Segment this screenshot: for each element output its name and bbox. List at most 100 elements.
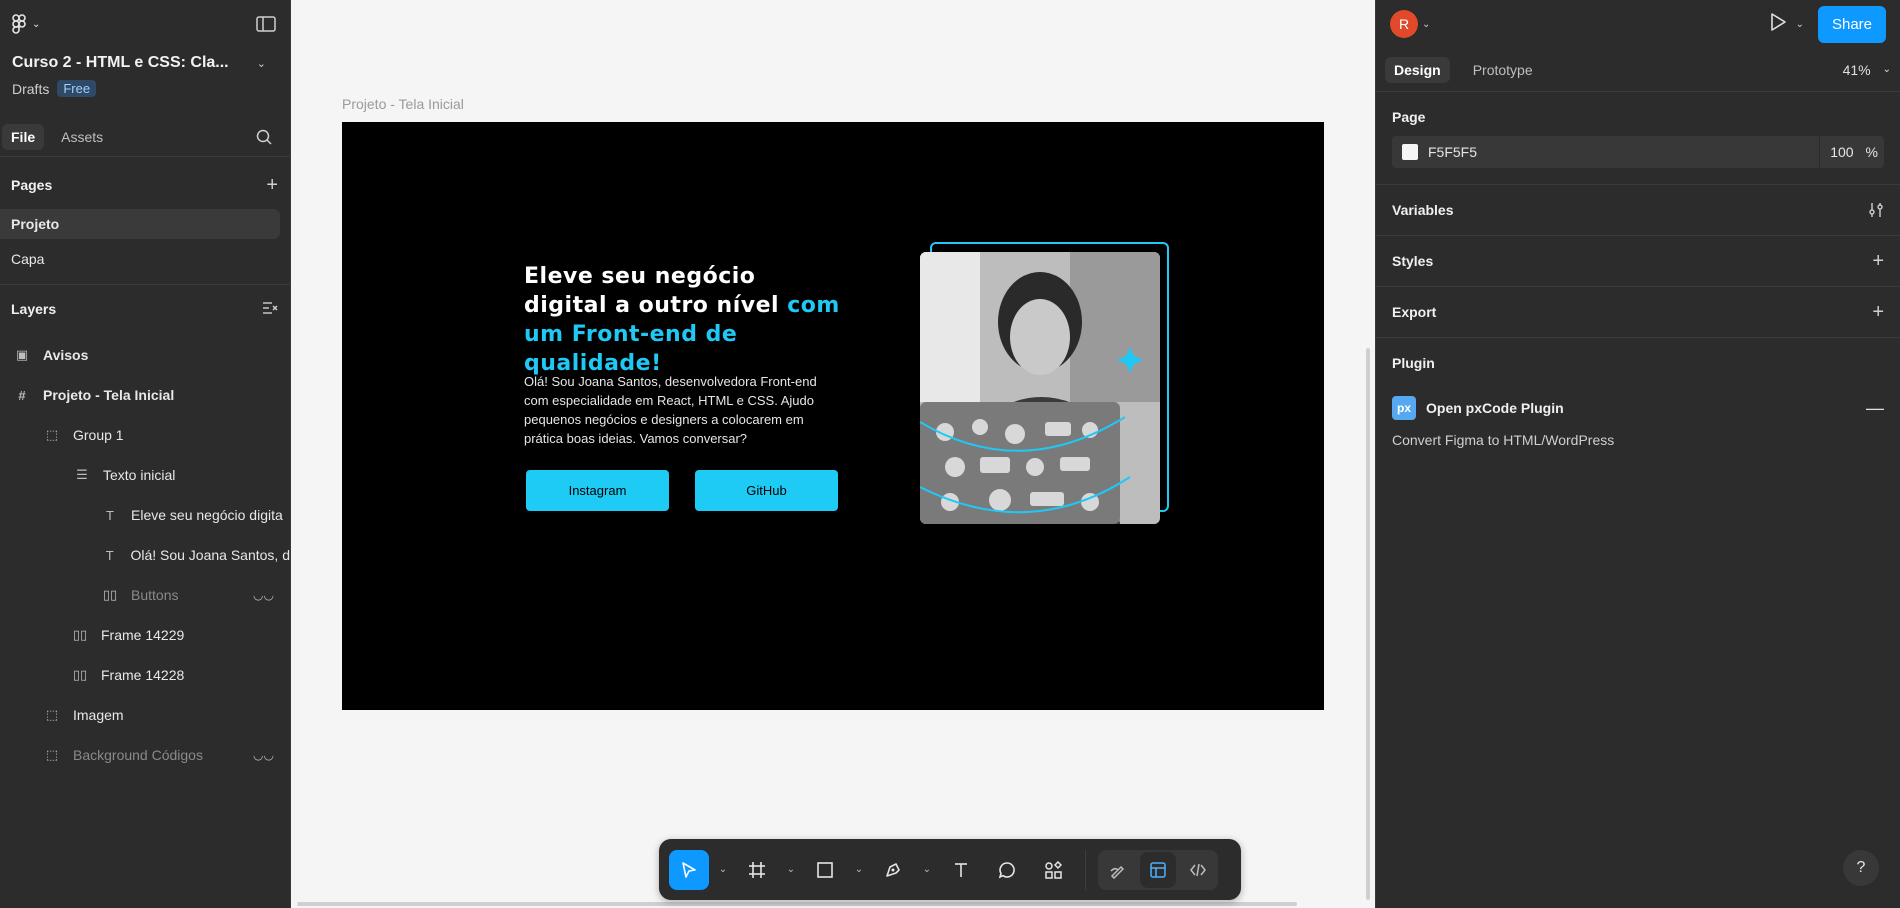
layer-item[interactable]: ▣ Avisos — [0, 335, 290, 375]
pen-tool-button[interactable] — [873, 850, 913, 890]
hero-text[interactable]: Olá! Sou Joana Santos, desenvolvedora Fr… — [524, 372, 844, 448]
chevron-down-icon[interactable]: ⌄ — [919, 864, 935, 875]
frame-tool-button[interactable] — [737, 850, 777, 890]
portrait-image[interactable] — [920, 252, 1160, 524]
share-button[interactable]: Share — [1817, 5, 1886, 43]
layer-label: Avisos — [43, 347, 89, 363]
layer-item[interactable]: ☰ Texto inicial — [0, 455, 290, 495]
tab-design[interactable]: Design — [1385, 56, 1450, 83]
layer-item[interactable]: # Projeto - Tela Inicial — [0, 375, 290, 415]
dev-mode-button[interactable] — [1180, 852, 1216, 888]
zoom-level: 41% — [1842, 61, 1871, 78]
layer-item[interactable]: ▯▯ Frame 14229 — [0, 615, 290, 655]
file-location-row: Drafts Free — [0, 72, 290, 97]
design-canvas[interactable]: Projeto - Tela Inicial Eleve seu negócio… — [292, 0, 1375, 908]
page-color-field[interactable]: F5F5F5 100 % — [1392, 136, 1884, 168]
avatar[interactable]: R — [1390, 10, 1418, 38]
right-panel: R ⌄ ⌄ Share Design Prototype 41% ⌄ Page … — [1375, 0, 1900, 908]
plugin-section: Plugin px Open pxCode Plugin — Convert F… — [1376, 338, 1900, 448]
frame-hash-icon: # — [18, 387, 26, 403]
chevron-down-icon[interactable]: ⌄ — [715, 864, 731, 875]
frame-label[interactable]: Projeto - Tela Inicial — [342, 96, 464, 112]
chevron-down-icon[interactable]: ⌄ — [1796, 19, 1804, 30]
chevron-down-icon[interactable]: ⌄ — [1422, 19, 1430, 30]
layer-item[interactable]: ⬚ Background Códigos ◡◡ — [0, 735, 290, 775]
plan-badge: Free — [57, 80, 97, 97]
file-title-row[interactable]: Curso 2 - HTML e CSS: Cla... ⌄ — [0, 48, 290, 72]
page-section-header: Page — [1392, 92, 1884, 142]
frame-projeto-tela-inicial[interactable]: Eleve seu negócio digital a outro nível … — [342, 122, 1324, 710]
github-button[interactable]: GitHub — [695, 470, 838, 511]
layer-item[interactable]: T Olá! Sou Joana Santos, d — [0, 535, 290, 575]
add-export-button[interactable]: + — [1872, 301, 1884, 324]
right-tabs: Design Prototype 41% ⌄ — [1376, 48, 1900, 92]
comment-tool-button[interactable] — [987, 850, 1027, 890]
page-opacity-field[interactable]: 100 % — [1819, 136, 1888, 168]
layer-item[interactable]: ▯▯ Buttons ◡◡ — [0, 575, 290, 615]
page-item-projeto[interactable]: Projeto — [0, 209, 280, 239]
hidden-eye-icon[interactable]: ◡◡ — [253, 588, 274, 602]
search-button[interactable] — [252, 125, 276, 149]
actions-tool-button[interactable] — [1033, 850, 1073, 890]
layers-list: ▣ Avisos # Projeto - Tela Inicial ⬚ Grou… — [0, 335, 290, 775]
frame-hash-icon — [749, 861, 765, 878]
figma-logo-icon — [12, 14, 26, 34]
chevron-down-icon: ⌄ — [32, 18, 41, 30]
design-layout-icon — [1150, 861, 1166, 878]
move-tool-button[interactable] — [669, 849, 709, 890]
percent-sign: % — [1865, 144, 1878, 160]
layer-label: Eleve seu negócio digita — [131, 507, 283, 523]
tab-assets[interactable]: Assets — [52, 124, 112, 150]
help-button[interactable]: ? — [1843, 850, 1879, 886]
horizontal-scrollbar[interactable] — [297, 902, 1297, 906]
pxcode-logo-icon: px — [1392, 396, 1416, 420]
list-collapse-icon — [263, 301, 278, 314]
cursor-arrow-icon — [682, 861, 696, 878]
drafts-link[interactable]: Drafts — [12, 81, 49, 97]
present-button[interactable] — [1770, 12, 1786, 36]
rectangle-tool-button[interactable] — [805, 850, 845, 890]
layer-item[interactable]: ⬚ Imagem — [0, 695, 290, 735]
variables-header[interactable]: Variables — [1392, 185, 1884, 235]
file-name: Curso 2 - HTML e CSS: Cla... — [12, 54, 229, 71]
page-color-swatch[interactable] — [1402, 144, 1418, 160]
bottom-toolbar: ⌄ ⌄ ⌄ ⌄ — [659, 839, 1241, 900]
layer-item[interactable]: ⬚ Group 1 — [0, 415, 290, 455]
chevron-down-icon[interactable]: ⌄ — [851, 864, 867, 875]
layer-label: Texto inicial — [103, 467, 176, 483]
horizontal-layout-icon: ▯▯ — [72, 667, 88, 682]
layer-label: Projeto - Tela Inicial — [43, 387, 175, 403]
group-icon: ⬚ — [45, 747, 59, 762]
layer-item[interactable]: ▯▯ Frame 14228 — [0, 655, 290, 695]
pen-icon — [886, 862, 900, 877]
page-item-capa[interactable]: Capa — [0, 244, 290, 274]
collapse-layers-button[interactable] — [262, 301, 278, 318]
styles-section: Styles + — [1376, 236, 1900, 287]
page-opacity-value[interactable]: 100 — [1830, 144, 1853, 160]
page-color-hex[interactable]: F5F5F5 — [1428, 144, 1477, 160]
layer-label: Group 1 — [73, 427, 124, 443]
add-style-button[interactable]: + — [1872, 250, 1884, 273]
hidden-eye-icon[interactable]: ◡◡ — [253, 748, 274, 762]
plugin-row[interactable]: px Open pxCode Plugin — — [1392, 392, 1884, 424]
tab-prototype[interactable]: Prototype — [1464, 57, 1542, 83]
add-page-button[interactable]: + — [266, 174, 278, 197]
export-header: Export + — [1392, 287, 1884, 337]
text-tool-button[interactable] — [941, 850, 981, 890]
instagram-button[interactable]: Instagram — [526, 470, 669, 511]
toggle-sidebar-button[interactable] — [254, 12, 278, 36]
chevron-down-icon[interactable]: ⌄ — [783, 864, 799, 875]
sliders-icon[interactable] — [1868, 202, 1884, 218]
draw-mode-button[interactable] — [1100, 852, 1136, 888]
zoom-dropdown[interactable]: 41% ⌄ — [1843, 62, 1891, 78]
design-mode-button[interactable] — [1140, 851, 1176, 888]
tab-file[interactable]: File — [2, 123, 45, 150]
group-icon: ⬚ — [45, 707, 59, 722]
portrait-illustration — [920, 252, 1160, 524]
main-menu-button[interactable]: ⌄ — [12, 14, 40, 34]
plugin-heading: Plugin — [1392, 355, 1435, 371]
layer-item[interactable]: T Eleve seu negócio digita — [0, 495, 290, 535]
collapse-minus-icon[interactable]: — — [1866, 398, 1884, 419]
vertical-scrollbar[interactable] — [1366, 348, 1370, 900]
hero-title[interactable]: Eleve seu negócio digital a outro nível … — [524, 262, 844, 378]
